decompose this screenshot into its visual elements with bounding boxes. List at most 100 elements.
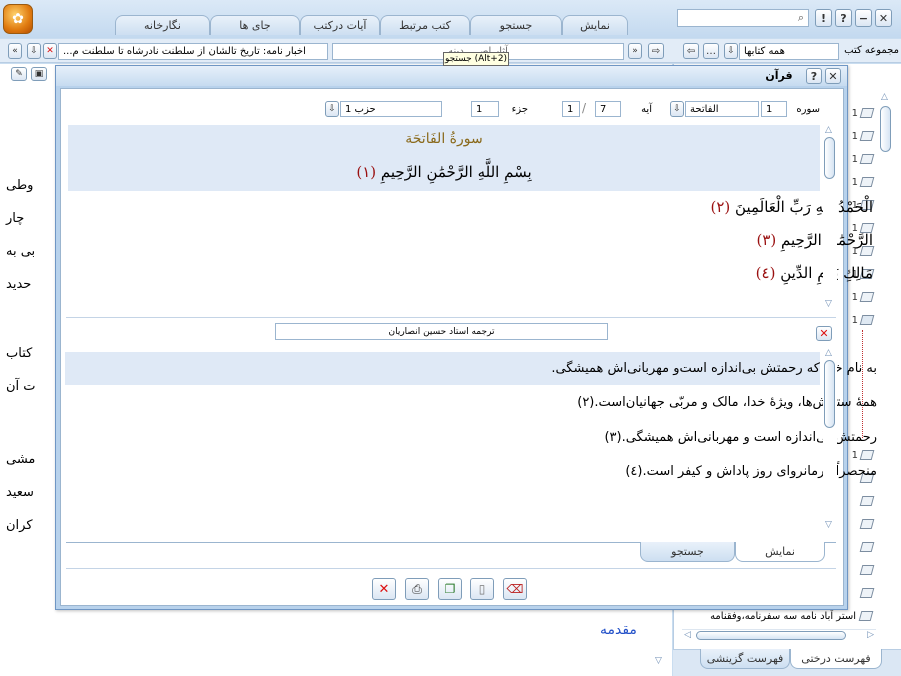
tree-item-num: 1	[851, 314, 858, 326]
verse-line[interactable]: الْحَمْدُ لِلَّهِ رَبِّ الْعَالَمِينَ (٢…	[710, 198, 873, 216]
tab-label: جستجو	[499, 19, 533, 32]
tab-label: کتب مرتبط	[399, 19, 451, 32]
nav-down-button[interactable]: ⇩	[27, 43, 41, 59]
tree-hscroll-thumb[interactable]	[696, 631, 846, 640]
tab-jostoju[interactable]: جستجو	[470, 15, 562, 35]
arrow-down-icon: ⇩	[727, 46, 735, 56]
juz-input[interactable]: 1	[471, 101, 499, 117]
dialog-close-button[interactable]: ✕	[825, 68, 841, 84]
sura-dropdown-button[interactable]: ⇩	[670, 101, 684, 117]
dialog-tab-search[interactable]: جستجو	[640, 542, 735, 562]
tab-tree-list[interactable]: فهرست درختی	[790, 649, 882, 669]
tree-item[interactable]: 1	[845, 446, 875, 464]
note-icon: ▯	[478, 582, 486, 596]
tree-back-button[interactable]: ⇦	[683, 43, 699, 59]
tab-gallery[interactable]: نگارخانه	[115, 15, 210, 35]
book-icon	[859, 450, 875, 460]
sura-number-input[interactable]: 1	[761, 101, 787, 117]
tree-item-open[interactable]: 1	[845, 311, 875, 329]
tab-verses-in-books[interactable]: آیات درکتب	[300, 15, 380, 35]
dialog-tab-view[interactable]: نمایش	[735, 542, 825, 562]
tab-places[interactable]: جای ها	[210, 15, 300, 35]
aya-input[interactable]: 1	[562, 101, 580, 117]
printer-icon: ⎙	[412, 581, 422, 596]
nav-forward-button[interactable]: ⇨	[648, 43, 664, 59]
tree-guide-line	[862, 330, 863, 438]
tree-item[interactable]: 1	[845, 104, 875, 122]
print-button[interactable]: ⎙	[405, 578, 429, 600]
minimize-button[interactable]: −	[855, 9, 872, 27]
tab-namayesh[interactable]: نمایش	[562, 15, 628, 35]
bg-text-1: وطی	[6, 178, 34, 193]
tool-wrench-button[interactable]: ✎	[11, 67, 27, 81]
sura-number: 1	[766, 103, 773, 115]
info-button[interactable]: !	[815, 9, 832, 27]
tree-item[interactable]: 1	[845, 173, 875, 191]
nav-prev-double-button[interactable]: »	[628, 43, 642, 59]
nav-back-button[interactable]: «	[8, 43, 22, 59]
app-logo[interactable]: ✿	[3, 4, 33, 34]
scroll-down-icon: ▽	[655, 656, 662, 666]
search-tooltip: جستجو (Alt+2)	[443, 52, 509, 66]
tree-item[interactable]	[845, 538, 875, 556]
tab-label: فهرست گزینشی	[706, 652, 784, 665]
top-search-input[interactable]: ⌕	[677, 9, 809, 27]
bg-text-6: ت آن	[6, 379, 36, 394]
open-book-icon	[859, 315, 875, 325]
dialog-help-button[interactable]: ?	[806, 68, 822, 84]
tree-last-item[interactable]: استر آباد نامه سه سفرنامه،وفقنامه	[682, 608, 874, 624]
tree-item[interactable]	[845, 561, 875, 579]
copy-button[interactable]: ❐	[438, 578, 462, 600]
collection-select[interactable]: همه کتابها	[739, 43, 839, 60]
scroll-down-icon: ▽	[825, 520, 832, 530]
pane-splitter[interactable]	[66, 317, 836, 319]
tool-view-button[interactable]: ▣	[31, 67, 47, 81]
collection-dropdown-button[interactable]: ⇩	[724, 43, 738, 59]
translation-line[interactable]: منحصراً فرمانروای روز پاداش و کیفر است.(…	[625, 464, 877, 479]
translator-select[interactable]: ترجمه استاد حسین انصاریان	[275, 323, 608, 340]
verses-scroll-thumb[interactable]	[824, 137, 835, 179]
verse-line[interactable]: مَالِكِ يَوْمِ الدِّينِ (٤)	[756, 264, 873, 282]
delete-button[interactable]: ✕	[372, 578, 396, 600]
aya-total-value: 7	[600, 103, 607, 115]
tree-hscrollbar[interactable]: ◁ ▷	[682, 629, 876, 641]
tree-item[interactable]: 1	[845, 127, 875, 145]
help-button[interactable]: ?	[835, 9, 852, 27]
close-button[interactable]: ✕	[875, 9, 892, 27]
intro-link[interactable]: مقدمه	[600, 622, 637, 638]
verse-line[interactable]: الرَّحْمَٰنِ الرَّحِيمِ (٣)	[756, 231, 873, 249]
dialog-titlebar	[56, 66, 847, 86]
verses-scrollbar[interactable]: △ ▽	[823, 125, 837, 310]
note-button[interactable]: ▯	[470, 578, 494, 600]
tree-item[interactable]	[845, 584, 875, 602]
arrow-down-icon: ⇩	[30, 46, 38, 56]
tree-item[interactable]	[845, 515, 875, 533]
translation-scrollbar[interactable]: △ ▽	[823, 348, 837, 531]
bg-text-2: چار	[6, 211, 25, 226]
remove-bookmark-button[interactable]: ⌫	[503, 578, 527, 600]
translation-close-button[interactable]: ✕	[816, 326, 832, 341]
tab-label: جای ها	[239, 19, 271, 32]
book-icon	[859, 542, 875, 552]
bg-text-4: حدید	[6, 277, 32, 292]
tree-item[interactable]	[845, 492, 875, 510]
tree-scroll-thumb[interactable]	[880, 106, 891, 152]
collection-label: مجموعه کتب	[844, 45, 899, 56]
book-title-field[interactable]: اخبار نامه: تاریخ تالشان از سلطنت نادرشا…	[58, 43, 328, 60]
verse-number: (٢)	[710, 198, 731, 216]
tab-related-books[interactable]: کتب مرتبط	[380, 15, 470, 35]
arrow-left-icon: ⇦	[686, 45, 696, 57]
double-chevron-right-icon: »	[632, 46, 638, 56]
more-button[interactable]: …	[703, 43, 719, 59]
book-icon	[858, 611, 874, 621]
translation-scroll-thumb[interactable]	[824, 360, 835, 428]
hizb-dropdown-button[interactable]: ⇩	[325, 101, 339, 117]
tab-selective-list[interactable]: فهرست گزینشی	[700, 649, 790, 669]
tree-scrollbar[interactable]: △	[879, 92, 893, 620]
sura-name-select[interactable]: الفاتحة	[685, 101, 759, 117]
book-close-button[interactable]: ✕	[43, 43, 57, 59]
tree-item[interactable]: 1	[845, 288, 875, 306]
hizb-select[interactable]: حزب 1	[340, 101, 442, 117]
tab-label: نگارخانه	[144, 19, 181, 32]
tree-item[interactable]: 1	[845, 150, 875, 168]
